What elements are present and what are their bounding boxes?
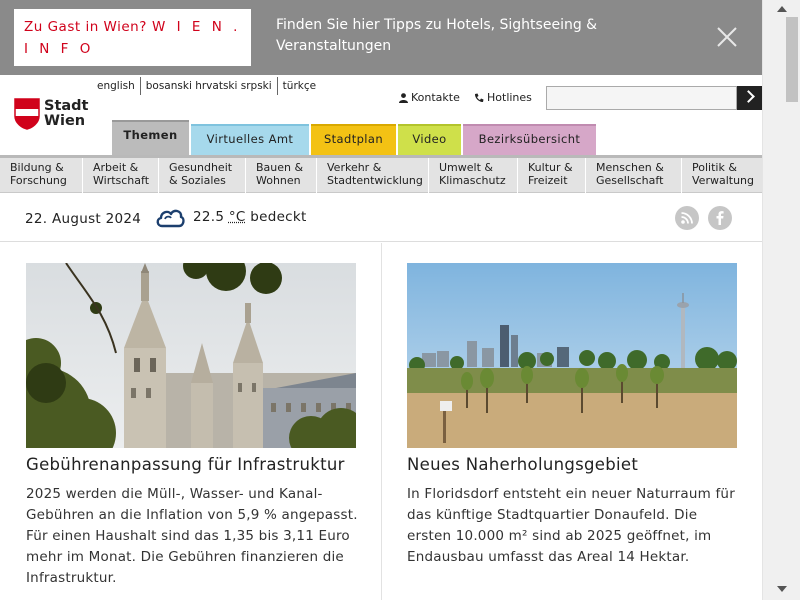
hotlines-label: Hotlines	[487, 91, 532, 104]
scrollbar-thumb[interactable]	[786, 17, 798, 102]
search-submit-button[interactable]	[737, 86, 762, 110]
close-icon[interactable]	[712, 22, 742, 52]
article-1-image[interactable]	[26, 263, 356, 448]
lang-bks[interactable]: bosanski hrvatski srpski	[139, 77, 277, 95]
nav-gesundheit-soziales[interactable]: Gesundheit & Soziales	[159, 158, 246, 193]
hotlines-link[interactable]: Hotlines	[474, 91, 532, 104]
tourism-banner[interactable]: Zu Gast in Wien? W I E N . I N F O Finde…	[0, 0, 762, 75]
scroll-down-icon[interactable]	[777, 586, 787, 592]
nav-bauen-wohnen[interactable]: Bauen & Wohnen	[246, 158, 317, 193]
scrollbar[interactable]	[762, 0, 800, 600]
wien-shield-icon	[14, 98, 40, 130]
tab-bezirksuebersicht[interactable]: Bezirksübersicht	[463, 124, 596, 155]
nav-politik-verwaltung[interactable]: Politik & Verwaltung	[682, 158, 762, 193]
temperature-value: 22.5	[193, 209, 225, 225]
weather-condition: bedeckt	[250, 209, 307, 225]
temperature-unit: °C	[228, 209, 246, 225]
phone-icon	[474, 93, 484, 102]
logo-line-stadt: Stadt	[44, 98, 89, 114]
banner-brand-2: I N F O	[24, 41, 94, 57]
banner-question: Zu Gast in Wien?	[24, 19, 147, 35]
language-switcher: english bosanski hrvatski srpski türkçe	[91, 77, 321, 95]
banner-link-box[interactable]: Zu Gast in Wien? W I E N . I N F O	[14, 9, 251, 66]
tab-themen[interactable]: Themen	[112, 120, 189, 155]
tab-video[interactable]: Video	[398, 124, 461, 155]
banner-brand: W I E N .	[151, 19, 241, 35]
current-date: 22. August 2024	[25, 211, 142, 227]
article-2-image[interactable]	[407, 263, 737, 448]
cloud-icon	[156, 209, 185, 228]
category-nav: Bildung & Forschung Arbeit & Wirtschaft Ge…	[0, 158, 762, 193]
nav-arbeit-wirtschaft[interactable]: Arbeit & Wirtschaft	[83, 158, 159, 193]
banner-text: Finden Sie hier Tipps zu Hotels, Sightse…	[276, 17, 598, 54]
person-icon	[399, 92, 408, 103]
lang-english[interactable]: english	[91, 77, 140, 95]
rss-icon[interactable]	[675, 206, 699, 230]
tab-virtuelles-amt[interactable]: Virtuelles Amt	[191, 124, 309, 155]
weather-text: 22.5 °C bedeckt	[193, 209, 307, 225]
kontakte-link[interactable]: Kontakte	[399, 91, 460, 104]
nav-kultur-freizeit[interactable]: Kultur & Freizeit	[518, 158, 586, 193]
scroll-up-icon[interactable]	[777, 6, 787, 12]
article-2-text: In Floridsdorf entsteht ein neuer Naturr…	[407, 486, 735, 565]
nav-bildung-forschung[interactable]: Bildung & Forschung	[0, 158, 83, 193]
logo-line-wien: Wien	[44, 113, 86, 129]
tab-stadtplan[interactable]: Stadtplan	[311, 124, 396, 155]
kontakte-label: Kontakte	[411, 91, 460, 104]
info-bar: 22. August 2024 22.5 °C bedeckt	[0, 194, 762, 242]
article-2-title[interactable]: Neues Naherholungsgebiet	[407, 455, 638, 474]
nav-verkehr-stadtentwicklung[interactable]: Verkehr & Stadtentwicklung	[317, 158, 429, 193]
article-1-title[interactable]: Gebührenanpassung für Infrastruktur	[26, 455, 345, 474]
facebook-icon[interactable]	[708, 206, 732, 230]
stadt-wien-logo[interactable]: Stadt Wien	[14, 98, 88, 130]
search-input[interactable]	[546, 86, 737, 110]
lang-turkish[interactable]: türkçe	[276, 77, 321, 95]
column-divider	[381, 243, 382, 600]
article-1-text: 2025 werden die Müll-, Wasser- und Kanal…	[26, 486, 358, 586]
nav-umwelt-klimaschutz[interactable]: Umwelt & Klimaschutz	[429, 158, 518, 193]
nav-menschen-gesellschaft[interactable]: Menschen & Gesellschaft	[586, 158, 682, 193]
